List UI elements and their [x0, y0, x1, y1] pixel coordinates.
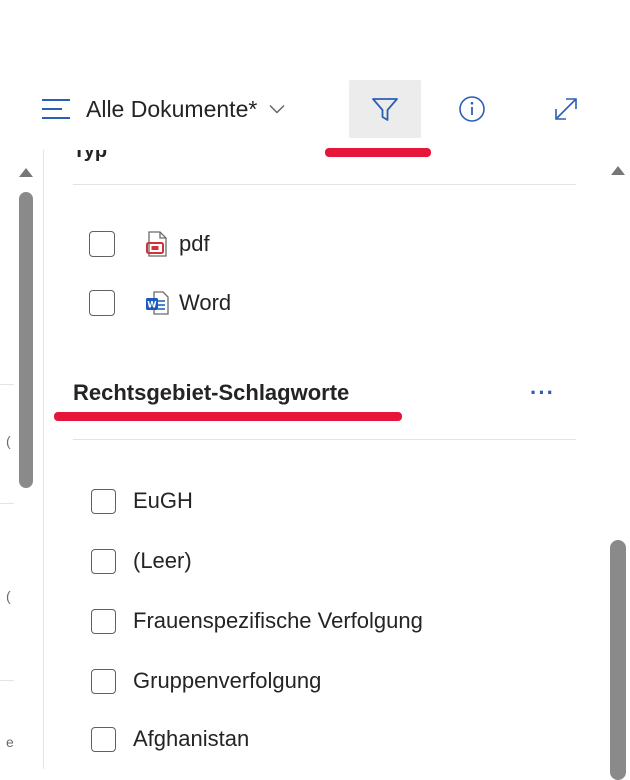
section-title: Rechtsgebiet-Schlagworte	[73, 380, 350, 405]
list-scrollbar-thumb[interactable]	[19, 192, 33, 488]
checkbox[interactable]	[91, 668, 116, 694]
checkbox[interactable]	[89, 231, 115, 257]
row-divider	[0, 503, 14, 504]
checkbox[interactable]	[91, 548, 116, 574]
info-circle-icon	[459, 96, 485, 122]
section-divider	[73, 439, 576, 440]
type-option-label: pdf	[179, 231, 210, 256]
toolbar: Alle Dokumente*	[0, 78, 630, 157]
row-text-fragment: (	[6, 433, 11, 449]
row-text-fragment: (	[6, 588, 11, 604]
svg-text:W: W	[147, 301, 157, 311]
keyword-option-label: EuGH	[133, 488, 193, 513]
panel-scrollbar-thumb[interactable]	[610, 540, 626, 780]
view-name: Alle Dokumente*	[86, 95, 258, 122]
section-annotation-underline	[54, 412, 402, 421]
keyword-option-label: Frauenspezifische Verfolgung	[133, 608, 423, 633]
checkbox[interactable]	[89, 290, 115, 316]
row-divider	[0, 384, 14, 385]
scroll-up-arrow-icon[interactable]	[19, 168, 33, 177]
more-options-icon[interactable]: ···	[530, 380, 555, 406]
keyword-option-leer[interactable]: (Leer)	[91, 544, 192, 578]
type-option-label: Word	[179, 290, 232, 315]
filter-funnel-icon	[372, 98, 398, 121]
row-divider	[0, 680, 14, 681]
info-button[interactable]	[436, 80, 508, 138]
keyword-option-frauenspezifische-verfolgung[interactable]: Frauenspezifische Verfolgung	[91, 604, 423, 638]
scroll-up-arrow-icon[interactable]	[611, 166, 625, 175]
type-option-pdf[interactable]: pdf	[89, 227, 210, 261]
filter-button[interactable]	[349, 80, 421, 138]
checkbox[interactable]	[91, 608, 116, 634]
pdf-file-icon	[146, 231, 167, 257]
view-switcher[interactable]: Alle Dokumente*	[40, 92, 285, 126]
keyword-option-label: (Leer)	[133, 548, 192, 573]
chevron-down-icon	[269, 105, 285, 114]
row-text-fragment: e	[6, 734, 14, 750]
type-option-word[interactable]: W Word	[89, 286, 231, 320]
keyword-option-label: Gruppenverfolgung	[133, 668, 322, 693]
checkbox[interactable]	[91, 488, 116, 514]
hamburger-menu-icon	[42, 99, 70, 119]
section-divider	[73, 184, 576, 185]
filter-panel: Typ pdf W Word Rechtsgebiet-Schlagworte …	[43, 150, 606, 769]
expand-diagonal-icon	[555, 98, 577, 120]
expand-button[interactable]	[530, 80, 602, 138]
panel-scrollbar[interactable]	[605, 150, 630, 780]
checkbox[interactable]	[91, 726, 116, 752]
type-section-heading: Typ	[73, 150, 108, 162]
document-list-edge: ( ( e	[0, 150, 40, 769]
keyword-option-afghanistan[interactable]: Afghanistan	[91, 722, 249, 756]
keyword-option-eugh[interactable]: EuGH	[91, 484, 193, 518]
keyword-option-label: Afghanistan	[133, 726, 250, 751]
keyword-option-gruppenverfolgung[interactable]: Gruppenverfolgung	[91, 664, 321, 698]
word-file-icon: W	[146, 291, 169, 315]
